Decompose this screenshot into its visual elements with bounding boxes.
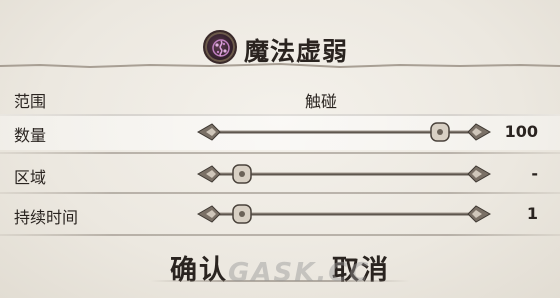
row-divider	[0, 152, 560, 154]
duration-slider[interactable]	[196, 200, 492, 228]
range-value: 触碰	[305, 92, 338, 111]
row-range: 范围 触碰	[0, 80, 560, 116]
duration-value: 1	[526, 204, 538, 223]
slider-knob-center	[437, 129, 443, 135]
row-magnitude: 数量 100	[0, 114, 560, 150]
row-area: 区域 -	[0, 156, 560, 192]
magnitude-value: 100	[504, 122, 538, 141]
spell-dialog: 魔法虚弱 范围 触碰 数量 100 区域 - 持续时间 1 确认 取消 GASK…	[0, 0, 560, 298]
watermark: GASK.CC	[228, 258, 371, 288]
row-duration: 持续时间 1	[0, 196, 560, 232]
row-label: 范围	[14, 92, 47, 111]
dialog-header: 魔法虚弱	[0, 0, 560, 72]
magnitude-slider[interactable]	[196, 118, 492, 146]
row-label: 数量	[14, 126, 47, 145]
slider-knob-center	[239, 171, 245, 177]
header-divider	[0, 62, 560, 69]
area-value: -	[531, 164, 538, 183]
row-label: 持续时间	[14, 208, 79, 227]
curse-icon	[203, 30, 237, 64]
area-slider[interactable]	[196, 160, 492, 188]
row-divider	[0, 192, 560, 194]
slider-knob-center	[239, 211, 245, 217]
row-label: 区域	[14, 168, 47, 187]
row-divider	[0, 234, 560, 236]
